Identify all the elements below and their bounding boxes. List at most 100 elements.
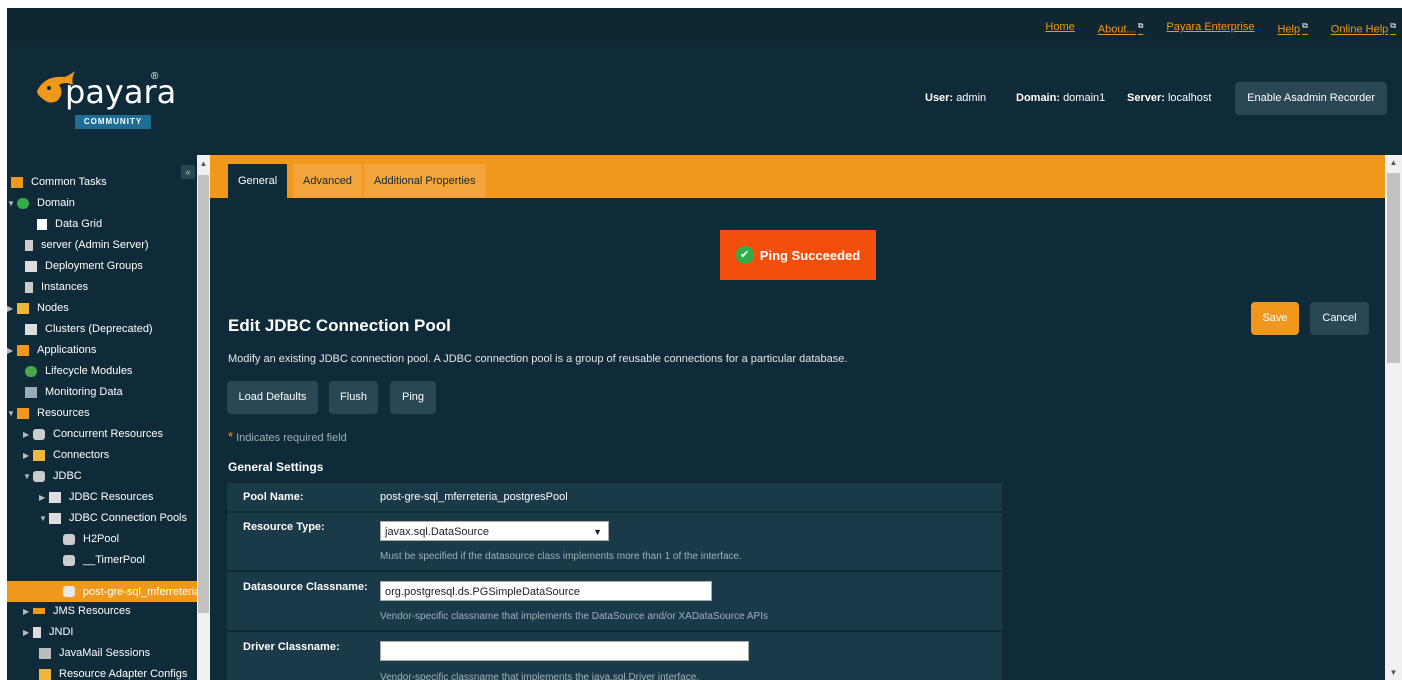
tree-item-server[interactable]: server (Admin Server) bbox=[25, 235, 149, 255]
tab-bar: General Advanced Additional Properties bbox=[210, 155, 1385, 198]
tree-item-jndi[interactable]: ▶ JNDI bbox=[23, 622, 73, 642]
pool-name-label: Pool Name: bbox=[243, 491, 304, 503]
driver-classname-label: Driver Classname: bbox=[243, 641, 340, 653]
resource-type-label: Resource Type: bbox=[243, 521, 325, 533]
applications-icon bbox=[17, 344, 29, 356]
load-defaults-button[interactable]: Load Defaults bbox=[227, 381, 318, 414]
database-icon bbox=[33, 470, 45, 482]
collapse-sidebar-icon[interactable]: « bbox=[181, 165, 195, 179]
section-title: General Settings bbox=[228, 460, 324, 474]
page-title: Edit JDBC Connection Pool bbox=[228, 316, 451, 335]
resource-type-select[interactable]: javax.sql.DataSource ▼ bbox=[380, 521, 609, 541]
logo-registered-mark: ® bbox=[151, 71, 159, 82]
main-content: General Advanced Additional Properties ✔… bbox=[210, 155, 1385, 680]
tree-item-instances[interactable]: Instances bbox=[25, 277, 88, 297]
pool-name-value: post-gre-sql_mferreteria_postgresPool bbox=[380, 491, 568, 503]
page-description: Modify an existing JDBC connection pool.… bbox=[228, 353, 848, 365]
tree-item-h2pool[interactable]: H2Pool bbox=[63, 529, 119, 549]
tree-item-resource-adapter-configs[interactable]: Resource Adapter Configs bbox=[39, 664, 187, 680]
save-button[interactable]: Save bbox=[1251, 302, 1299, 335]
expand-arrow-icon[interactable]: ▼ bbox=[7, 199, 17, 208]
instances-icon bbox=[25, 281, 33, 293]
tab-advanced[interactable]: Advanced bbox=[293, 164, 362, 198]
tab-general[interactable]: General bbox=[228, 164, 288, 198]
datasource-classname-input[interactable]: org.postgresql.ds.PGSimpleDataSource bbox=[380, 581, 712, 601]
tree-item-monitoring-data[interactable]: Monitoring Data bbox=[25, 382, 123, 402]
expand-arrow-icon[interactable]: ▶ bbox=[23, 451, 33, 460]
server-info-item: Server: localhost bbox=[1127, 92, 1212, 104]
expand-arrow-icon[interactable]: ▼ bbox=[23, 472, 33, 481]
tree-item-resources[interactable]: ▼ Resources bbox=[7, 403, 90, 423]
scroll-up-icon[interactable]: ▲ bbox=[1385, 158, 1402, 167]
datasource-classname-label: Datasource Classname: bbox=[243, 581, 368, 593]
scroll-up-icon[interactable]: ▲ bbox=[198, 159, 209, 171]
help-link[interactable]: Help ⧉ bbox=[1277, 21, 1307, 36]
user-info-item: User: admin bbox=[925, 92, 987, 104]
tree-item-common-tasks[interactable]: Common Tasks bbox=[11, 172, 107, 192]
external-link-icon: ⧉ bbox=[1390, 21, 1396, 30]
deployment-groups-icon bbox=[25, 260, 37, 272]
top-nav-bar: Home About... ⧉ Payara Enterprise Help ⧉ O… bbox=[7, 8, 1402, 46]
tree-item-domain[interactable]: ▼ Domain bbox=[7, 193, 75, 213]
sidebar-scrollbar-thumb[interactable] bbox=[198, 175, 209, 613]
expand-arrow-icon[interactable]: ▶ bbox=[23, 628, 33, 637]
chevron-down-icon: ▼ bbox=[593, 527, 602, 537]
sidebar-scrollbar[interactable]: ▲ bbox=[197, 155, 210, 680]
tree-item-deployment-groups[interactable]: Deployment Groups bbox=[25, 256, 143, 276]
expand-arrow-icon[interactable]: ▼ bbox=[7, 409, 17, 418]
tree-item-jdbc-connection-pools[interactable]: ▼ JDBC Connection Pools bbox=[39, 508, 187, 528]
tree-item-data-grid[interactable]: Data Grid bbox=[37, 214, 102, 234]
navigation-tree: « Common Tasks ▼ Domain Data Grid server… bbox=[7, 155, 210, 680]
datasource-classname-help: Vendor-specific classname that implement… bbox=[380, 611, 768, 622]
tree-item-jms-resources[interactable]: ▶ JMS Resources bbox=[23, 601, 131, 621]
expand-arrow-icon[interactable]: ▶ bbox=[23, 430, 33, 439]
home-link[interactable]: Home bbox=[1045, 21, 1074, 36]
tree-item-post-gre-sql-pool[interactable]: post-gre-sql_mferreteria bbox=[7, 581, 197, 602]
top-nav-links: Home About... ⧉ Payara Enterprise Help ⧉ O… bbox=[1022, 21, 1396, 36]
tree-item-jdbc[interactable]: ▼ JDBC bbox=[23, 466, 82, 486]
cancel-button[interactable]: Cancel bbox=[1310, 302, 1369, 335]
about-link[interactable]: About... ⧉ bbox=[1098, 21, 1144, 36]
tree-item-applications[interactable]: ▶ Applications bbox=[7, 340, 96, 360]
main-scrollbar[interactable]: ▲ ▼ bbox=[1385, 155, 1402, 680]
connectors-icon bbox=[39, 668, 51, 680]
datasource-classname-row: Datasource Classname: org.postgresql.ds.… bbox=[227, 572, 1002, 630]
resource-type-row: Resource Type: javax.sql.DataSource ▼ Mu… bbox=[227, 513, 1002, 570]
resource-type-help: Must be specified if the datasource clas… bbox=[380, 551, 742, 562]
enable-asadmin-recorder-button[interactable]: Enable Asadmin Recorder bbox=[1235, 82, 1387, 115]
expand-arrow-icon[interactable]: ▶ bbox=[23, 607, 33, 616]
driver-classname-input[interactable] bbox=[380, 641, 749, 661]
expand-arrow-icon[interactable]: ▼ bbox=[39, 514, 49, 523]
tree-item-concurrent-resources[interactable]: ▶ Concurrent Resources bbox=[23, 424, 163, 444]
driver-classname-help: Vendor-specific classname that implement… bbox=[380, 672, 700, 680]
clusters-icon bbox=[25, 323, 37, 335]
database-icon bbox=[63, 554, 75, 566]
scroll-down-icon[interactable]: ▼ bbox=[1385, 668, 1402, 677]
expand-arrow-icon[interactable]: ▶ bbox=[39, 493, 49, 502]
tree-item-lifecycle-modules[interactable]: Lifecycle Modules bbox=[25, 361, 132, 381]
server-icon bbox=[25, 239, 33, 251]
folder-icon bbox=[49, 512, 61, 524]
tree-item-timerpool[interactable]: __TimerPool bbox=[63, 550, 145, 570]
online-help-link[interactable]: Online Help ⧉ bbox=[1331, 21, 1396, 36]
domain-info-item: Domain: domain1 bbox=[1016, 92, 1106, 104]
tree-item-javamail-sessions[interactable]: JavaMail Sessions bbox=[39, 643, 150, 663]
tab-additional-properties[interactable]: Additional Properties bbox=[364, 164, 486, 198]
flush-button[interactable]: Flush bbox=[329, 381, 378, 414]
required-field-note: * Indicates required field bbox=[228, 429, 347, 444]
user-info: User: admin bbox=[925, 92, 986, 104]
external-link-icon: ⧉ bbox=[1137, 21, 1144, 30]
database-icon bbox=[63, 586, 75, 597]
driver-classname-row: Driver Classname: Vendor-specific classn… bbox=[227, 632, 1002, 680]
tree-item-jdbc-resources[interactable]: ▶ JDBC Resources bbox=[39, 487, 153, 507]
expand-arrow-icon[interactable]: ▶ bbox=[7, 346, 17, 355]
main-scrollbar-thumb[interactable] bbox=[1387, 173, 1400, 363]
tree-item-nodes[interactable]: ▶ Nodes bbox=[7, 298, 69, 318]
logo-community-badge: COMMUNITY bbox=[75, 115, 151, 129]
ping-button[interactable]: Ping bbox=[390, 381, 436, 414]
payara-enterprise-link[interactable]: Payara Enterprise bbox=[1166, 21, 1254, 36]
tree-item-connectors[interactable]: ▶ Connectors bbox=[23, 445, 109, 465]
tree-item-clusters[interactable]: Clusters (Deprecated) bbox=[25, 319, 153, 339]
expand-arrow-icon[interactable]: ▶ bbox=[7, 304, 17, 313]
domain-info: Domain: domain1 bbox=[1016, 92, 1105, 104]
